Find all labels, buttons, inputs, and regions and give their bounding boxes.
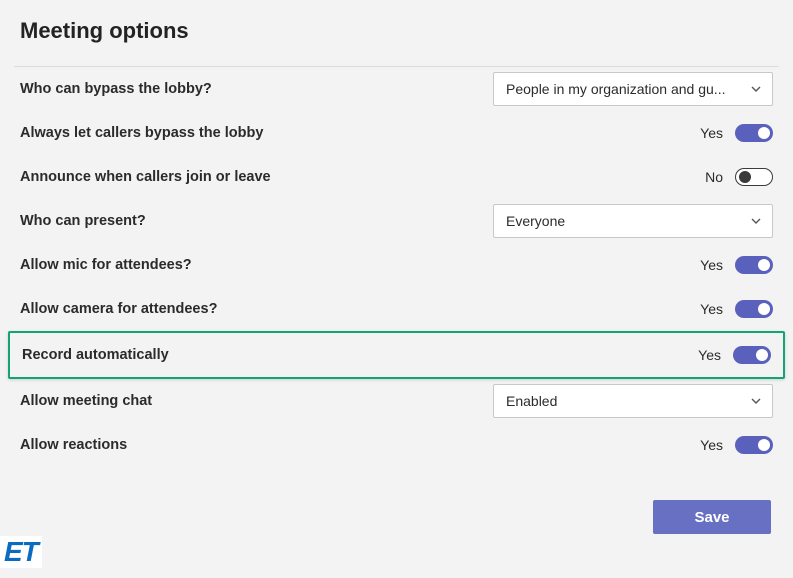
chevron-down-icon [750,215,762,227]
select-bypass-lobby[interactable]: People in my organization and gu... [493,72,773,106]
row-callers-bypass: Always let callers bypass the lobby Yes [14,111,779,155]
select-bypass-lobby-value: People in my organization and gu... [506,81,742,97]
row-reactions: Allow reactions Yes [14,423,779,467]
label-announce: Announce when callers join or leave [20,169,271,185]
toggle-record-auto[interactable] [733,346,771,364]
state-announce: No [705,169,723,185]
toggle-allow-camera[interactable] [735,300,773,318]
row-record-auto: Record automatically Yes [8,331,785,379]
logo-et: ET [0,536,42,568]
select-meeting-chat-value: Enabled [506,393,742,409]
label-record-auto: Record automatically [22,347,169,363]
state-allow-camera: Yes [700,301,723,317]
label-reactions: Allow reactions [20,437,127,453]
label-bypass-lobby: Who can bypass the lobby? [20,81,212,97]
toggle-callers-bypass[interactable] [735,124,773,142]
toggle-announce[interactable] [735,168,773,186]
row-bypass-lobby: Who can bypass the lobby? People in my o… [14,67,779,111]
row-meeting-chat: Allow meeting chat Enabled [14,379,779,423]
chevron-down-icon [750,395,762,407]
save-button[interactable]: Save [653,500,771,534]
state-allow-mic: Yes [700,257,723,273]
label-meeting-chat: Allow meeting chat [20,393,152,409]
row-present: Who can present? Everyone [14,199,779,243]
select-meeting-chat[interactable]: Enabled [493,384,773,418]
state-record-auto: Yes [698,347,721,363]
toggle-reactions[interactable] [735,436,773,454]
row-allow-camera: Allow camera for attendees? Yes [14,287,779,331]
chevron-down-icon [750,83,762,95]
toggle-allow-mic[interactable] [735,256,773,274]
select-present-value: Everyone [506,213,742,229]
row-announce: Announce when callers join or leave No [14,155,779,199]
label-allow-mic: Allow mic for attendees? [20,257,192,273]
label-callers-bypass: Always let callers bypass the lobby [20,125,263,141]
page-title: Meeting options [20,18,779,44]
state-callers-bypass: Yes [700,125,723,141]
label-allow-camera: Allow camera for attendees? [20,301,217,317]
label-present: Who can present? [20,213,146,229]
row-allow-mic: Allow mic for attendees? Yes [14,243,779,287]
state-reactions: Yes [700,437,723,453]
select-present[interactable]: Everyone [493,204,773,238]
